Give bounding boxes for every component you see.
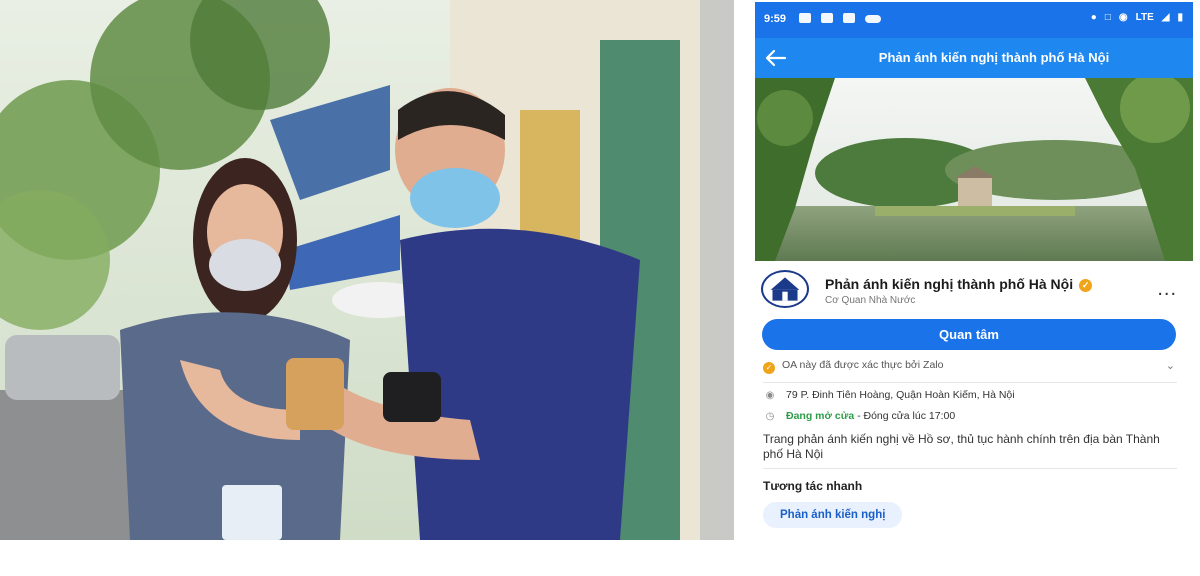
wifi-icon: ◉ <box>1118 12 1128 23</box>
key-icon: ● <box>1090 12 1097 23</box>
lock-notification-icon <box>821 13 833 23</box>
status-bar: 9:59 ● □ ◉ LTE ◢ ▮ <box>755 2 1193 38</box>
address-row[interactable]: ◉ 79 P. Đinh Tiên Hoàng, Quận Hoàn Kiếm, … <box>763 389 1177 405</box>
oa-name-text: Phản ánh kiến nghị thành phố Hà Nội <box>825 276 1074 292</box>
system-indicators: ● □ ◉ LTE ◢ ▮ <box>1091 12 1183 23</box>
closing-time: - Đóng cửa lúc 17:00 <box>854 410 956 422</box>
oa-description: Trang phản ánh kiến nghị về Hồ sơ, thủ t… <box>763 432 1160 461</box>
photo-illustration <box>0 0 734 540</box>
vibrate-icon: □ <box>1104 12 1111 23</box>
address-text: 79 P. Đinh Tiên Hoàng, Quận Hoàn Kiếm, H… <box>786 389 1015 401</box>
composite-image: 9:59 ● □ ◉ LTE ◢ ▮ Phản ánh kiến nghị th… <box>0 0 1200 576</box>
oa-name: Phản ánh kiến nghị thành phố Hà Nội ✓ <box>825 276 1093 292</box>
cover-photo <box>755 78 1193 261</box>
clock-icon: ◷ <box>765 411 775 422</box>
oa-category: Cơ Quan Nhà Nước <box>825 295 916 306</box>
open-status: Đang mở cửa <box>786 410 855 422</box>
more-options-icon[interactable]: ... <box>1157 278 1177 301</box>
signal-icon: ◢ <box>1161 12 1170 23</box>
oa-profile: Phản ánh kiến nghị thành phố Hà Nội ✓ Cơ … <box>755 264 1193 314</box>
organization-logo <box>761 270 809 308</box>
location-pin-icon: ◉ <box>765 390 775 401</box>
mail-notification-icon <box>843 13 855 23</box>
divider <box>763 468 1177 469</box>
cloud-notification-icon <box>865 15 881 23</box>
camera-notification-icon <box>799 13 811 23</box>
header-title: Phản ánh kiến nghị thành phố Hà Nội <box>878 50 1110 65</box>
network-type: LTE <box>1135 12 1154 23</box>
street-photo <box>0 0 734 540</box>
verification-text: OA này đã được xác thực bởi Zalo <box>782 359 944 371</box>
zalo-oa-screen: 9:59 ● □ ◉ LTE ◢ ▮ Phản ánh kiến nghị th… <box>755 2 1193 540</box>
chevron-down-icon[interactable]: ⌄ <box>1166 359 1175 372</box>
status-time: 9:59 <box>764 13 787 25</box>
battery-icon: ▮ <box>1177 12 1183 23</box>
verified-check-icon: ✓ <box>763 362 775 374</box>
feedback-chip-button[interactable]: Phản ánh kiến nghị <box>763 502 903 528</box>
follow-button[interactable]: Quan tâm <box>762 319 1176 350</box>
quick-actions-title: Tương tác nhanh <box>763 479 863 493</box>
hours-row: ◷ Đang mở cửa - Đóng cửa lúc 17:00 <box>763 410 1177 426</box>
verification-row[interactable]: ✓ OA này đã được xác thực bởi Zalo ⌄ <box>763 359 1177 377</box>
hoan-kiem-lake-image <box>755 78 1193 261</box>
verified-badge-icon: ✓ <box>1079 279 1093 292</box>
divider <box>763 382 1177 383</box>
app-header: Phản ánh kiến nghị thành phố Hà Nội <box>755 38 1193 78</box>
notification-icons <box>799 13 881 23</box>
